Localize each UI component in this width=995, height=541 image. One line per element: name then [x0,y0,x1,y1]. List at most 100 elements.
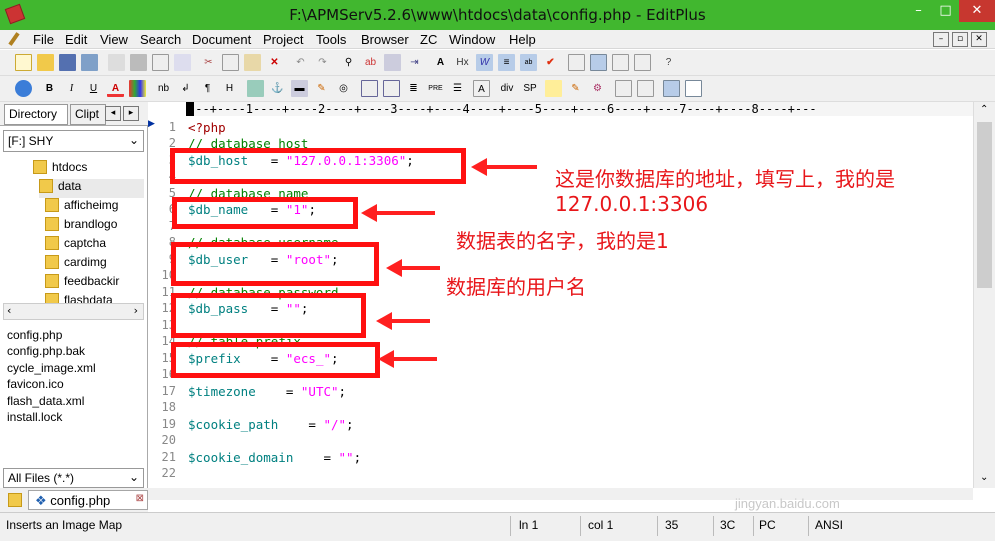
paste-icon[interactable] [244,54,261,71]
tools-icon[interactable]: ⚙ [589,80,606,97]
template-icon[interactable] [615,80,632,97]
file-item[interactable]: config.php [7,328,62,342]
tree-horizontal-scrollbar[interactable]: ‹ › [3,303,144,320]
mdi-minimize-button[interactable]: – [933,32,949,47]
align-icon[interactable]: ≣ [405,80,422,97]
css-icon[interactable] [545,80,562,97]
hex-icon[interactable]: Hx [454,54,471,71]
save-icon[interactable] [59,54,76,71]
menu-search[interactable]: Search [140,32,181,47]
delete-icon[interactable]: ✕ [266,54,283,71]
tree-item-captcha[interactable]: captcha [45,236,106,255]
cut-icon[interactable]: ✂ [200,54,217,71]
tree-item-data[interactable]: data [39,179,144,198]
menu-zc[interactable]: ZC [420,32,437,47]
scroll-left-icon[interactable]: ‹ [7,304,11,317]
tab-scroll-left-icon[interactable]: ◂ [105,106,121,121]
line-break-icon[interactable]: ↲ [177,80,194,97]
tree-item-feedbackimg[interactable]: feedbackir [45,274,119,293]
menu-file[interactable]: File [33,32,54,47]
span-icon[interactable]: SP [519,80,541,97]
tab-scroll-right-icon[interactable]: ▸ [123,106,139,121]
spell-icon[interactable] [152,54,169,71]
table-icon[interactable] [361,80,378,97]
menu-browser[interactable]: Browser [361,32,409,47]
browser-preview-icon[interactable] [174,54,191,71]
check-icon[interactable]: ✔ [542,54,559,71]
goto-icon[interactable]: ⇥ [406,54,423,71]
mdi-restore-button[interactable]: ▫ [952,32,968,47]
scrollbar-thumb[interactable] [977,122,992,288]
div-icon[interactable]: div [495,80,519,97]
scroll-up-icon[interactable]: ⌃ [980,104,988,115]
toggle-browser-icon[interactable] [637,80,654,97]
color-palette-icon[interactable] [129,80,146,97]
copy-icon[interactable] [222,54,239,71]
tab-directory[interactable]: Directory [4,104,68,125]
menu-edit[interactable]: Edit [65,32,87,47]
find-in-files-icon[interactable] [384,54,401,71]
horizontal-rule-icon[interactable]: ▬ [291,80,308,97]
tree-item-afficheimg[interactable]: afficheimg [45,198,118,217]
list-icon[interactable]: ☰ [449,80,466,97]
undo-icon[interactable]: ↶ [292,54,309,71]
fullscreen-icon[interactable] [634,54,651,71]
close-tab-icon[interactable]: ⊠ [136,493,144,504]
image-icon[interactable] [247,80,264,97]
table-row-icon[interactable] [383,80,400,97]
menu-window[interactable]: Window [449,32,495,47]
tab-cliptext[interactable]: Clipt [70,104,106,125]
text-field-icon[interactable]: A [473,80,490,97]
print-preview-icon[interactable] [108,54,125,71]
line-number-icon[interactable]: ab [520,54,537,71]
mdi-close-button[interactable]: ✕ [971,32,987,47]
pre-icon[interactable]: PRE [427,80,444,97]
menu-tools[interactable]: Tools [316,32,346,47]
minimize-button[interactable]: – [905,0,932,22]
globe-icon[interactable] [15,80,32,97]
tree-item-cardimg[interactable]: cardimg [45,255,107,274]
help-icon[interactable]: ? [660,54,677,71]
menu-project[interactable]: Project [263,32,303,47]
replace-icon[interactable]: ab [362,54,379,71]
anchor-icon[interactable]: ⚓ [269,80,286,97]
tree-item-flashdata[interactable]: flashdata [45,293,113,303]
split-view-icon[interactable] [663,80,680,97]
tree-item-htdocs[interactable]: htdocs [33,160,87,179]
print-icon[interactable] [130,54,147,71]
open-folder-icon[interactable] [37,54,54,71]
underline-icon[interactable]: U [85,80,102,97]
file-item[interactable]: cycle_image.xml [7,361,96,375]
scroll-right-icon[interactable]: › [134,304,138,317]
font-size-icon[interactable]: A [432,54,449,71]
file-filter-select[interactable]: All Files (*.*) ⌄ [3,468,144,488]
comment-icon[interactable]: ◎ [335,80,352,97]
file-item[interactable]: flash_data.xml [7,394,84,408]
paragraph-icon[interactable]: ¶ [199,80,216,97]
font-color-icon[interactable]: A [107,80,124,97]
single-view-icon[interactable] [685,80,702,97]
document-tab[interactable]: ❖ config.php ⊠ [28,490,148,510]
maximize-button[interactable]: □ [932,0,959,22]
tree-item-brandlogo[interactable]: brandlogo [45,217,117,236]
cliptext-window-icon[interactable] [590,54,607,71]
menu-help[interactable]: Help [509,32,536,47]
file-item[interactable]: config.php.bak [7,344,85,358]
file-item[interactable]: install.lock [7,410,62,424]
redo-icon[interactable]: ↷ [314,54,331,71]
nbsp-icon[interactable]: nb [155,80,172,97]
drive-select[interactable]: [F:] SHY ⌄ [3,130,144,152]
editor-vertical-scrollbar[interactable]: ⌃ ⌄ [973,102,995,488]
word-wrap-icon[interactable]: W [476,54,493,71]
form-icon[interactable]: ✎ [313,80,330,97]
menu-view[interactable]: View [100,32,128,47]
new-file-icon[interactable] [15,54,32,71]
directory-window-icon[interactable] [568,54,585,71]
file-item[interactable]: favicon.ico [7,377,64,391]
ruler-icon[interactable]: ≡ [498,54,515,71]
editor-horizontal-scrollbar[interactable] [148,488,973,500]
italic-icon[interactable]: I [63,80,80,97]
close-button[interactable]: ✕ [959,0,995,22]
script-icon[interactable]: ✎ [567,80,584,97]
find-icon[interactable]: ⚲ [340,54,357,71]
